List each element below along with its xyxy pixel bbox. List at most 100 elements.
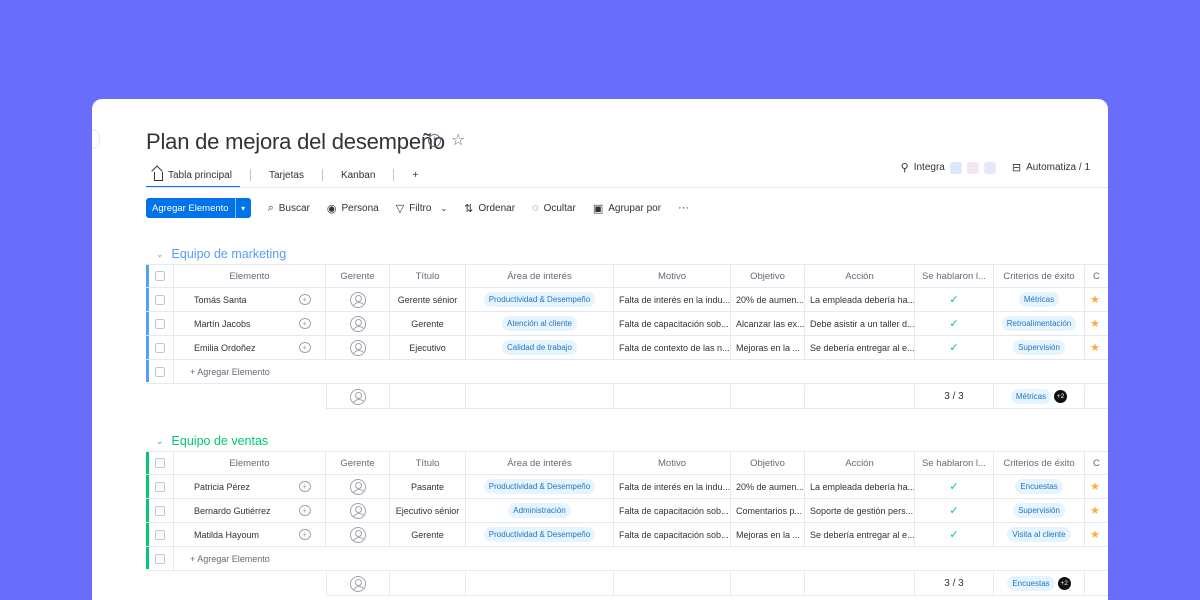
criteria-cell[interactable]: Supervisión [994,499,1085,523]
title-cell[interactable]: Ejecutivo sénior [390,499,466,523]
column-header-c[interactable]: C [1085,264,1108,288]
column-header-motivo[interactable]: Motivo [614,451,731,475]
area-cell[interactable]: Atención al cliente [466,312,614,336]
row-checkbox[interactable] [154,529,165,540]
add-update-icon[interactable]: + [298,294,311,305]
conversation-cell[interactable]: + [284,499,326,523]
add-update-icon[interactable]: + [298,505,311,516]
area-cell[interactable]: Productividad & Desempeño [466,288,614,312]
item-name[interactable]: Matilda Hayoum [194,530,259,540]
column-header-objetivo[interactable]: Objetivo [731,451,805,475]
accion-cell[interactable]: Se debería entregar al e... [805,336,915,360]
criteria-cell[interactable]: Encuestas [994,475,1085,499]
accion-cell[interactable]: Se debería entregar al e... [805,523,915,547]
column-header-accion[interactable]: Acción [805,264,915,288]
item-name[interactable]: Martín Jacobs [194,319,251,329]
star-rating-icon[interactable]: ★ [1090,341,1100,354]
checkbox-column-cell[interactable]: ✓ [915,499,994,523]
conversation-cell[interactable]: + [284,523,326,547]
chevron-down-icon[interactable]: ⌄ [156,436,164,447]
row-checkbox[interactable] [154,294,165,305]
chevron-down-icon[interactable]: ⌄ [440,204,447,213]
title-cell[interactable]: Ejecutivo [390,336,466,360]
title-cell[interactable]: Gerente sénior [390,288,466,312]
area-cell[interactable]: Productividad & Desempeño [466,523,614,547]
manager-cell[interactable] [326,523,390,547]
manager-cell[interactable] [326,475,390,499]
column-header-se-hablaron[interactable]: Se hablaron l... [915,264,994,288]
accion-cell[interactable]: Debe asistir a un taller d... [805,312,915,336]
motivo-cell[interactable]: Falta de capacitación sob... [614,312,731,336]
item-name-cell[interactable]: Patricia Pérez [174,475,284,499]
column-header-elemento[interactable]: Elemento [174,451,326,475]
objetivo-cell[interactable]: Mejoras en la ... [731,336,805,360]
column-header-motivo[interactable]: Motivo [614,264,731,288]
title-cell[interactable]: Gerente [390,312,466,336]
title-cell[interactable]: Gerente [390,523,466,547]
table-row[interactable]: Matilda Hayoum + Gerente Productividad & De… [146,523,1108,547]
info-icon[interactable]: i [428,134,441,147]
table-row[interactable]: Emilia Ordoñez + Ejecutivo Calidad de traba… [146,336,1108,360]
person-avatar-icon[interactable] [349,339,366,356]
manager-cell[interactable] [326,312,390,336]
search-button[interactable]: ⌕ Buscar [268,202,310,215]
conversation-cell[interactable]: + [284,336,326,360]
automate-button[interactable]: ⊟ Automatiza / 1 [1012,161,1090,174]
item-name[interactable]: Patricia Pérez [194,482,250,492]
objetivo-cell[interactable]: 20% de aumen... [731,288,805,312]
column-header-elemento[interactable]: Elemento [174,264,326,288]
criteria-cell[interactable]: Visita al cliente [994,523,1085,547]
add-item-input[interactable]: + Agregar Elemento [174,360,1108,384]
row-checkbox[interactable] [154,318,165,329]
person-avatar-icon[interactable] [349,502,366,519]
column-header-criterios[interactable]: Criterios de éxito [994,264,1085,288]
accion-cell[interactable]: La empleada debería ha... [805,475,915,499]
row-checkbox[interactable] [154,342,165,353]
add-update-icon[interactable]: + [298,481,311,492]
group-title[interactable]: ⌄ Equipo de ventas [156,434,268,448]
conversation-cell[interactable]: + [284,312,326,336]
motivo-cell[interactable]: Falta de interés en la indu... [614,288,731,312]
item-name-cell[interactable]: Bernardo Gutiérrez [174,499,284,523]
rating-cell[interactable]: ★ [1085,288,1108,312]
person-filter-button[interactable]: ◉ Persona [327,202,379,215]
star-rating-icon[interactable]: ★ [1090,293,1100,306]
row-checkbox[interactable] [154,505,165,516]
add-item-button[interactable]: Agregar Elemento ▾ [146,198,251,218]
criteria-cell[interactable]: Métricas [994,288,1085,312]
manager-cell[interactable] [326,499,390,523]
column-header-gerente[interactable]: Gerente [326,264,390,288]
tab-kanban[interactable]: Kanban [333,163,383,187]
chevron-down-icon[interactable]: ⌄ [156,249,164,260]
item-name-cell[interactable]: Tomás Santa [174,288,284,312]
item-name[interactable]: Emilia Ordoñez [194,343,256,353]
title-cell[interactable]: Pasante [390,475,466,499]
objetivo-cell[interactable]: 20% de aumen... [731,475,805,499]
rating-cell[interactable]: ★ [1085,523,1108,547]
sort-button[interactable]: ⇅ Ordenar [464,202,515,215]
add-item-row[interactable]: + Agregar Elemento [146,547,1108,571]
checkbox-column-cell[interactable]: ✓ [915,288,994,312]
motivo-cell[interactable]: Falta de capacitación sob... [614,523,731,547]
area-cell[interactable]: Productividad & Desempeño [466,475,614,499]
table-row[interactable]: Patricia Pérez + Pasante Productividad & De… [146,475,1108,499]
add-item-input[interactable]: + Agregar Elemento [174,547,1108,571]
conversation-cell[interactable]: + [284,475,326,499]
add-update-icon[interactable]: + [298,529,311,540]
rating-cell[interactable]: ★ [1085,312,1108,336]
add-update-icon[interactable]: + [298,342,311,353]
add-update-icon[interactable]: + [298,318,311,329]
column-header-accion[interactable]: Acción [805,451,915,475]
manager-cell[interactable] [326,288,390,312]
integrate-button[interactable]: ⚲ Integra [901,161,996,174]
star-icon[interactable]: ☆ [451,133,465,149]
table-row[interactable]: Martín Jacobs + Gerente Atención al cliente… [146,312,1108,336]
conversation-cell[interactable]: + [284,288,326,312]
table-row[interactable]: Tomás Santa + Gerente sénior Productividad … [146,288,1108,312]
column-header-area[interactable]: Área de interés [466,264,614,288]
rating-cell[interactable]: ★ [1085,475,1108,499]
motivo-cell[interactable]: Falta de interés en la indu... [614,475,731,499]
more-count-badge[interactable]: +2 [1054,390,1068,403]
sidebar-collapse-handle[interactable] [92,129,100,149]
rating-cell[interactable]: ★ [1085,336,1108,360]
